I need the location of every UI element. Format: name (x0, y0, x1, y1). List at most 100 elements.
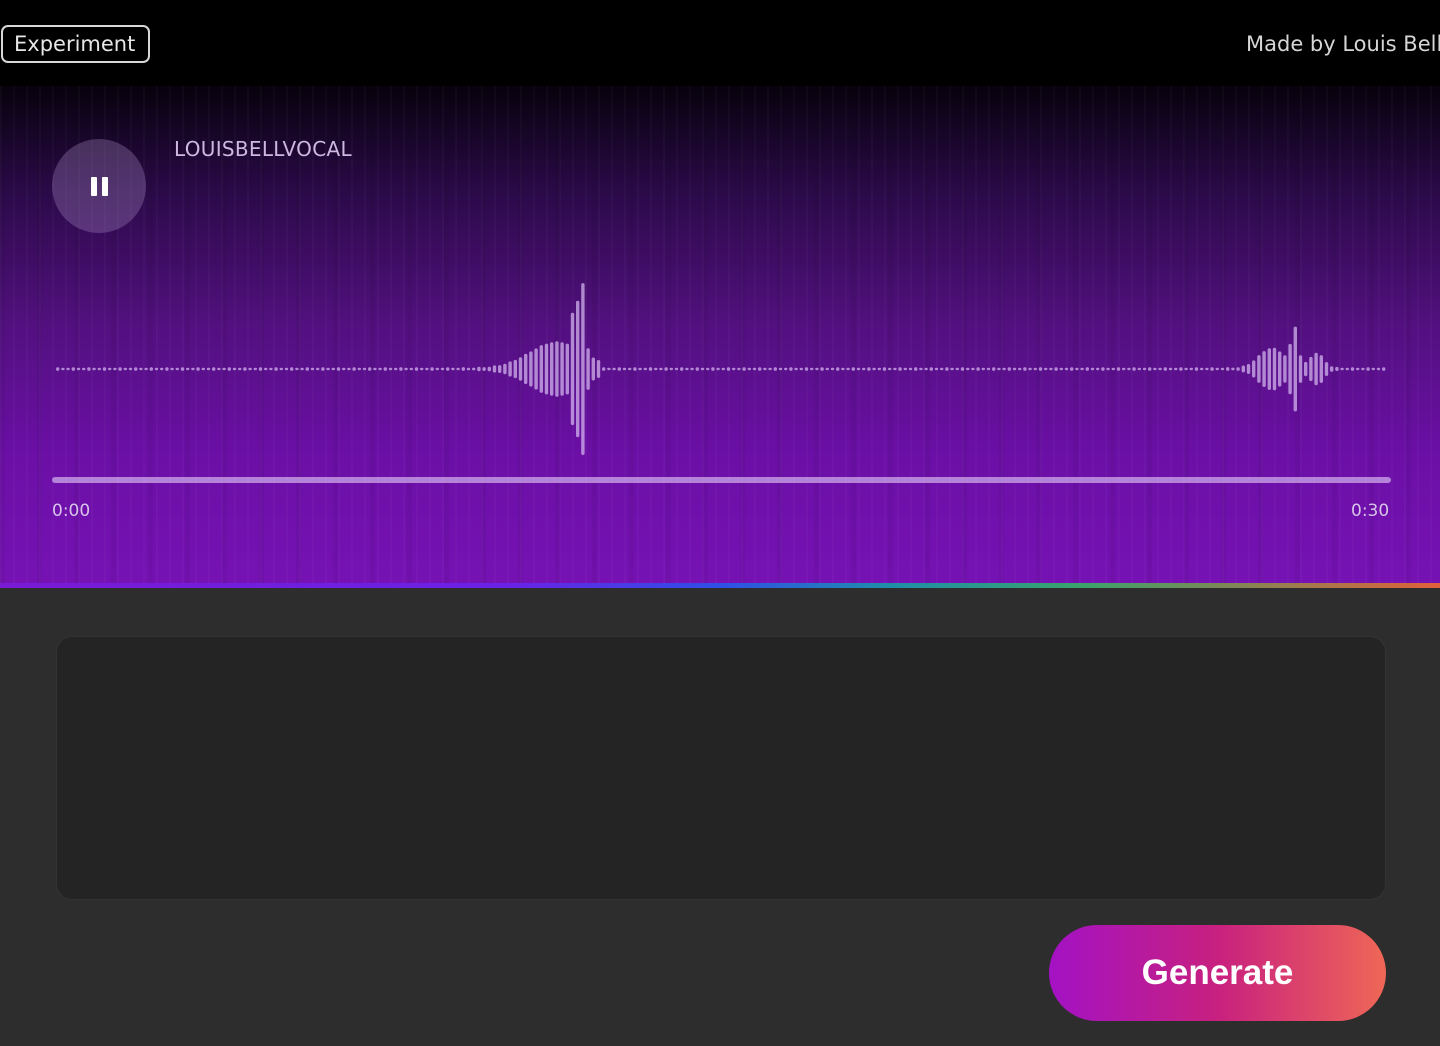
waveform-bar (404, 367, 408, 371)
waveform-bar (399, 367, 403, 371)
waveform-bar (1252, 360, 1256, 378)
waveform-bar (1231, 367, 1235, 371)
waveform-bar (1080, 367, 1084, 371)
waveform-bar (461, 367, 465, 371)
waveform-bar (550, 342, 554, 396)
waveform-bar (446, 367, 450, 371)
waveform-bar (846, 367, 850, 371)
waveform-bar (784, 367, 788, 371)
waveform-bar (170, 367, 174, 371)
waveform-bar (1148, 367, 1152, 371)
waveform-bar (508, 361, 512, 377)
waveform-bar (794, 367, 798, 371)
waveform-bar (1330, 366, 1334, 372)
waveform-bar (1158, 367, 1162, 371)
waveform-bar (934, 367, 939, 371)
waveform-bar (1335, 366, 1339, 371)
waveform-bar (529, 351, 533, 387)
waveform-bar (1075, 367, 1079, 371)
generate-button[interactable]: Generate (1049, 925, 1386, 1021)
gradient-divider (0, 583, 1440, 588)
waveform[interactable] (0, 86, 1440, 584)
waveform-bar (1137, 367, 1141, 371)
waveform-bar (466, 367, 471, 371)
waveform-bar (924, 367, 928, 371)
waveform-bar (971, 367, 975, 371)
waveform-bar (76, 367, 81, 371)
waveform-bar (976, 367, 980, 371)
waveform-bar (518, 357, 523, 381)
waveform-bar (82, 367, 86, 371)
top-bar: Experiment Made by Louis Bell (0, 0, 1440, 86)
waveform-bar (955, 367, 959, 371)
waveform-bar (66, 367, 70, 371)
waveform-bar (279, 367, 283, 371)
waveform-bar (862, 367, 866, 371)
progress-bar[interactable] (52, 477, 1391, 483)
waveform-bar (186, 367, 190, 371)
waveform-bar (139, 367, 143, 371)
waveform-bar (596, 360, 601, 378)
waveform-bar (1220, 367, 1225, 371)
waveform-bar (622, 367, 627, 371)
waveform-bar (555, 341, 559, 397)
waveform-bar (1064, 367, 1069, 371)
waveform-bar (638, 367, 642, 371)
credit-text[interactable]: Made by Louis Bell (1246, 30, 1440, 58)
waveform-bar (1283, 355, 1287, 383)
waveform-bar (154, 367, 159, 371)
waveform-bar (565, 343, 569, 395)
prompt-input[interactable] (56, 636, 1386, 900)
waveform-bar (1236, 367, 1240, 371)
waveform-bar (654, 367, 658, 371)
waveform-bar (992, 367, 996, 371)
waveform-bar (102, 367, 107, 371)
waveform-bar (700, 367, 705, 371)
waveform-bar (758, 367, 762, 371)
waveform-bar (1044, 367, 1048, 371)
waveform-bar (648, 367, 653, 371)
waveform-bar (212, 367, 216, 371)
waveform-bar (737, 367, 741, 371)
waveform-bar (680, 367, 684, 371)
waveform-bar (123, 367, 127, 371)
waveform-bar (695, 367, 699, 371)
waveform-bar (903, 367, 907, 371)
waveform-bar (321, 367, 325, 371)
waveform-bar (440, 367, 445, 371)
waveform-bar (1267, 348, 1271, 390)
waveform-bar (830, 367, 835, 371)
waveform-bar (336, 367, 341, 371)
waveform-bar (914, 367, 918, 371)
waveform-bar (877, 367, 881, 371)
waveform-bar (1376, 367, 1381, 371)
waveform-bar (368, 367, 372, 371)
waveform-bar (602, 367, 606, 371)
waveform-bar (872, 367, 876, 371)
waveform-bar (810, 367, 814, 371)
waveform-bar (570, 312, 575, 426)
waveform-bar (253, 367, 257, 371)
waveform-bar (388, 367, 393, 371)
waveform-bar (1059, 367, 1063, 371)
waveform-bar (690, 367, 694, 371)
waveform-bar (310, 367, 315, 371)
waveform-bar (617, 367, 621, 371)
waveform-bar (1210, 367, 1214, 371)
waveform-bar (1205, 367, 1209, 371)
waveform-bar (544, 343, 549, 395)
waveform-bar (539, 345, 543, 393)
waveform-bar (165, 367, 169, 371)
waveform-bar (1241, 365, 1245, 373)
waveform-bar (435, 367, 439, 371)
waveform-bar (232, 367, 237, 371)
waveform-bar (477, 366, 481, 372)
waveform-bar (1002, 367, 1006, 371)
waveform-bar (966, 367, 970, 371)
waveform-bar (305, 367, 309, 371)
waveform-bar (908, 367, 913, 371)
current-time: 0:00 (52, 501, 91, 521)
total-duration: 0:30 (1351, 501, 1390, 521)
waveform-bar (264, 367, 268, 371)
waveform-bar (1288, 343, 1292, 395)
